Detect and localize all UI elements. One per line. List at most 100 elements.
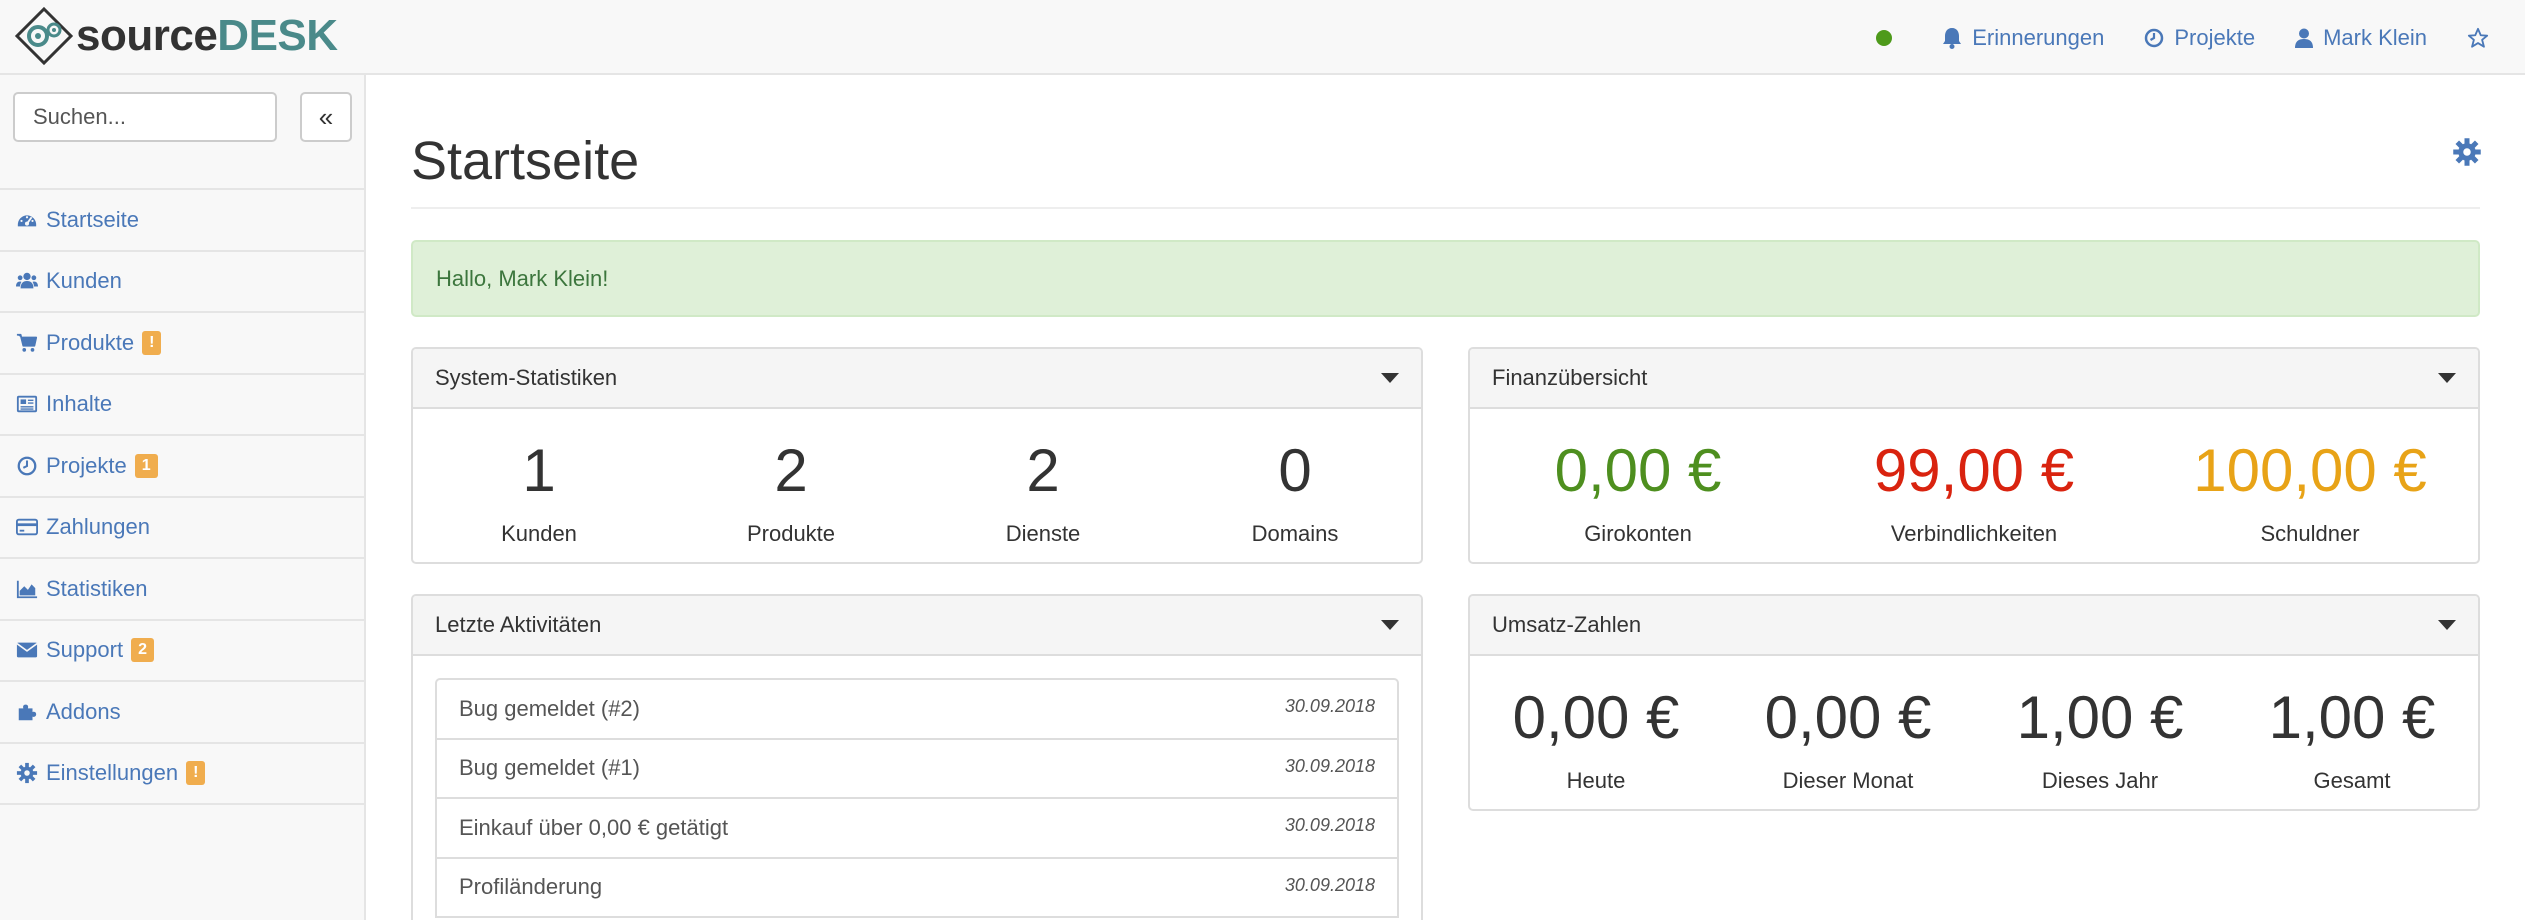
puzzle-icon	[18, 704, 37, 720]
activity-row[interactable]: Einkauf über 0,00 € getätigt 30.09.2018	[435, 797, 1399, 859]
stat-label: Dieser Monat	[1782, 768, 1914, 793]
notification-badge: 2	[131, 638, 154, 663]
activity-text: Bug gemeldet (#1)	[459, 755, 640, 781]
revenue-panel: Umsatz-Zahlen 0,00 € Heute 0,00 € Dieser…	[1468, 594, 2480, 811]
stat-label: Kunden	[501, 521, 577, 546]
finance-overview-panel: Finanzübersicht 0,00 € Girokonten 99,00 …	[1468, 347, 2480, 564]
nav-user-menu[interactable]: Mark Klein	[2295, 25, 2427, 51]
sidebar-item-label: Addons	[46, 698, 121, 724]
sidebar-item-label: Produkte	[46, 329, 135, 355]
caret-down-icon[interactable]	[1381, 373, 1399, 383]
user-icon	[2295, 28, 2314, 48]
activity-date: 30.09.2018	[1284, 874, 1375, 895]
sidebar-item-support[interactable]: Support 2	[0, 621, 364, 682]
sidebar-item-label: Projekte	[46, 452, 127, 478]
online-status-indicator	[1876, 29, 1893, 46]
caret-down-icon[interactable]	[1381, 620, 1399, 630]
recent-activities-panel: Letzte Aktivitäten Bug gemeldet (#2) 30.…	[411, 594, 1423, 920]
activity-date: 30.09.2018	[1284, 755, 1375, 776]
stat-value: 100,00 €	[2193, 437, 2427, 504]
panel-title: System-Statistiken	[435, 365, 618, 390]
dashboard-settings-gear-icon[interactable]	[2452, 137, 2482, 167]
activity-text: Bug gemeldet (#2)	[459, 695, 640, 721]
sidebar-item-label: Inhalte	[46, 391, 113, 417]
newspaper-icon	[16, 396, 38, 413]
activity-row[interactable]: Bug gemeldet (#1) 30.09.2018	[435, 737, 1399, 799]
stat-label: Dieses Jahr	[2041, 768, 2159, 793]
envelope-icon	[16, 642, 38, 658]
panel-title: Umsatz-Zahlen	[1492, 612, 1642, 637]
sidebar-item-inhalte[interactable]: Inhalte	[0, 375, 364, 436]
stat-dieses-jahr: 1,00 € Dieses Jahr	[1974, 656, 2226, 806]
greeting-text: Hallo, Mark Klein!	[436, 265, 609, 291]
activity-text: Einkauf über 0,00 € getätigt	[459, 814, 729, 840]
activity-date: 30.09.2018	[1284, 696, 1375, 716]
sidebar-item-produkte[interactable]: Produkte !	[0, 313, 364, 375]
users-icon	[16, 273, 38, 289]
stat-label: Gesamt	[2313, 768, 2391, 793]
stat-value: 1,00 €	[2016, 684, 2184, 751]
recent-activities-heading[interactable]: Letzte Aktivitäten	[413, 596, 1421, 656]
stat-label: Domains	[1251, 521, 1339, 546]
credit-card-icon	[16, 519, 38, 536]
stat-value: 99,00 €	[1873, 437, 2075, 504]
brand-logo-link[interactable]: sourceDESK	[14, 6, 338, 66]
sidebar-item-kunden[interactable]: Kunden	[0, 252, 364, 313]
search-input[interactable]	[13, 92, 277, 142]
bell-icon	[1943, 27, 1962, 49]
caret-down-icon[interactable]	[2438, 373, 2456, 383]
nav-projects-label: Projekte	[2174, 24, 2256, 50]
stat-produkte: 2 Produkte	[665, 409, 917, 559]
sidebar-item-label: Statistiken	[46, 575, 148, 601]
gear-icon	[16, 763, 38, 784]
system-stats-heading[interactable]: System-Statistiken	[413, 349, 1421, 409]
stat-gesamt: 1,00 € Gesamt	[2226, 656, 2478, 806]
brand-name-part2: DESK	[217, 11, 338, 60]
activity-text: Profiländerung	[459, 874, 603, 900]
sidebar-item-startseite[interactable]: Startseite	[0, 190, 364, 252]
title-divider	[411, 207, 2480, 209]
stat-value: 0	[1278, 437, 1312, 504]
nav-reminders[interactable]: Erinnerungen	[1942, 25, 2104, 51]
sidebar-item-einstellungen[interactable]: Einstellungen !	[0, 744, 364, 805]
activity-date: 30.09.2018	[1284, 815, 1375, 835]
sidebar-item-label: Kunden	[46, 268, 122, 294]
collapse-sidebar-button[interactable]: «	[300, 92, 352, 142]
dashboard-icon	[17, 215, 37, 227]
notification-badge: !	[142, 330, 162, 355]
stat-value: 2	[774, 437, 808, 504]
stat-label: Verbindlichkeiten	[1890, 521, 2058, 546]
brand-name-part1: source	[76, 11, 218, 60]
sidebar-item-addons[interactable]: Addons	[0, 682, 364, 744]
sidebar-item-zahlungen[interactable]: Zahlungen	[0, 498, 364, 559]
stat-value: 1,00 €	[2268, 684, 2436, 751]
caret-down-icon[interactable]	[2438, 620, 2456, 630]
activity-row[interactable]: Profiländerung 30.09.2018	[435, 856, 1399, 918]
stat-domains: 0 Domains	[1169, 409, 1421, 559]
panel-title: Finanzübersicht	[1492, 365, 1648, 390]
stat-dieser-monat: 0,00 € Dieser Monat	[1722, 656, 1974, 806]
nav-user-label: Mark Klein	[2323, 24, 2427, 50]
sidebar-item-label: Einstellungen	[46, 760, 179, 786]
nav-reminders-label: Erinnerungen	[1972, 24, 2105, 50]
revenue-heading[interactable]: Umsatz-Zahlen	[1470, 596, 2478, 656]
sidebar-item-projekte[interactable]: Projekte 1	[0, 436, 364, 498]
top-navbar: sourceDESK Erinnerungen Projekte Mark Kl…	[0, 0, 2525, 75]
finance-overview-heading[interactable]: Finanzübersicht	[1470, 349, 2478, 409]
logo-icon	[14, 6, 74, 66]
sidebar-item-statistiken[interactable]: Statistiken	[0, 559, 364, 621]
stat-value: 0,00 €	[1512, 684, 1680, 751]
stat-verbindlichkeiten: 99,00 € Verbindlichkeiten	[1806, 409, 2142, 559]
system-stats-panel: System-Statistiken 1 Kunden 2 Produkte 2…	[411, 347, 1423, 564]
greeting-alert: Hallo, Mark Klein!	[411, 240, 2480, 317]
notification-badge: !	[186, 761, 206, 786]
stat-girokonten: 0,00 € Girokonten	[1470, 409, 1806, 559]
star-icon[interactable]	[2467, 27, 2489, 49]
cart-icon	[16, 333, 38, 352]
nav-projects[interactable]: Projekte	[2144, 25, 2255, 51]
stat-value: 0,00 €	[1554, 437, 1722, 504]
stat-value: 2	[1026, 437, 1060, 504]
activity-row[interactable]: Bug gemeldet (#2) 30.09.2018	[435, 678, 1399, 740]
stat-label: Girokonten	[1584, 521, 1692, 546]
stat-dienste: 2 Dienste	[917, 409, 1169, 559]
